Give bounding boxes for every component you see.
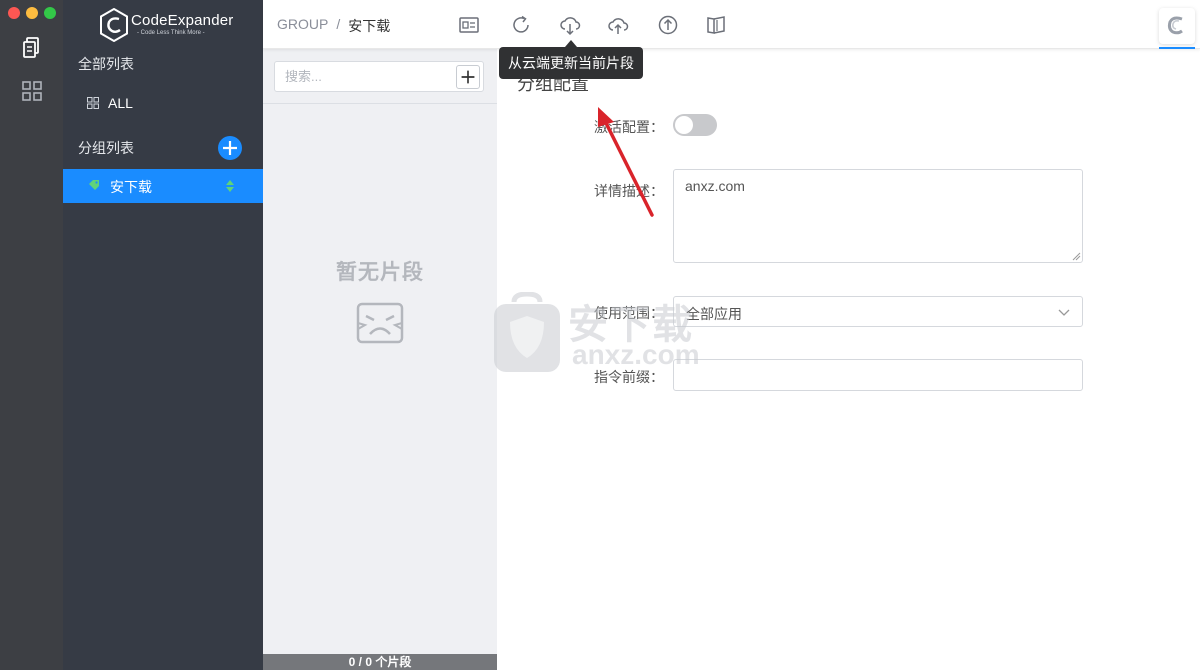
snippet-search-input[interactable] (275, 62, 445, 91)
snippet-count-footer: 0 / 0 个片段 (263, 654, 497, 670)
close-window-button[interactable] (8, 7, 20, 19)
zoom-window-button[interactable] (44, 7, 56, 19)
description-textarea[interactable]: anxz.com (673, 169, 1083, 263)
sidebar-item-group-anxiazai[interactable]: 安下载 (63, 169, 263, 203)
grid-icon (87, 97, 99, 109)
app-logo: CodeExpander - Code Less Think More - (99, 8, 239, 42)
empty-snippets-text: 暂无片段 (336, 261, 424, 284)
activate-label: 激活配置： (594, 119, 664, 135)
tag-icon (89, 180, 99, 190)
scope-selected-value: 全部应用 (686, 306, 742, 322)
breadcrumb: GROUP / 安下载 (277, 16, 390, 36)
apps-grid-icon[interactable] (20, 79, 44, 103)
logo-title: CodeExpander (131, 12, 234, 29)
breadcrumb-separator: / (336, 16, 341, 32)
breadcrumb-current: 安下载 (348, 18, 391, 34)
toggle-knob (675, 116, 693, 134)
cloud-download-icon[interactable] (559, 14, 581, 36)
group-sidebar: CodeExpander - Code Less Think More - 全部… (63, 0, 263, 670)
cloud-update-tooltip: 从云端更新当前片段 (499, 47, 643, 79)
breadcrumb-root[interactable]: GROUP (277, 16, 328, 36)
logo-subtitle: - Code Less Think More - (137, 30, 205, 36)
add-group-button[interactable] (218, 136, 242, 160)
group-item-label: 安下载 (110, 179, 152, 195)
app-rail (0, 0, 63, 670)
search-divider (263, 103, 497, 104)
empty-face-icon (356, 302, 404, 344)
snippet-search-box (274, 61, 484, 92)
active-tab-indicator (1159, 47, 1195, 49)
brand-c-icon[interactable] (1159, 8, 1195, 44)
arrow-up-circle-icon[interactable] (657, 14, 679, 36)
all-section-title: 全部列表 (78, 56, 134, 72)
activate-toggle[interactable] (673, 114, 717, 136)
drag-sort-icon[interactable] (225, 180, 235, 192)
sidebar-item-all[interactable]: ALL (87, 94, 133, 112)
scope-select[interactable]: 全部应用 (673, 296, 1083, 327)
minimize-window-button[interactable] (26, 7, 38, 19)
book-icon[interactable] (705, 14, 727, 36)
group-section-title: 分组列表 (78, 140, 134, 156)
resize-grip-icon[interactable] (1072, 252, 1081, 261)
prefix-input[interactable] (673, 359, 1083, 391)
add-snippet-button[interactable] (456, 65, 480, 89)
sidebar-item-all-label: ALL (108, 95, 133, 111)
snippets-icon[interactable] (20, 35, 44, 59)
cloud-upload-icon[interactable] (607, 14, 629, 36)
watermark-shield-icon (494, 292, 560, 372)
prefix-label: 指令前缀： (594, 369, 664, 385)
tooltip-caret (565, 40, 577, 47)
top-toolbar: GROUP / 安下载 (263, 0, 1200, 49)
scope-label: 使用范围： (594, 305, 664, 321)
chevron-down-icon (1058, 309, 1070, 316)
logo-hexagon-icon (100, 8, 128, 42)
description-label: 详情描述： (594, 183, 664, 199)
refresh-icon[interactable] (510, 14, 532, 36)
card-icon[interactable] (458, 14, 480, 36)
